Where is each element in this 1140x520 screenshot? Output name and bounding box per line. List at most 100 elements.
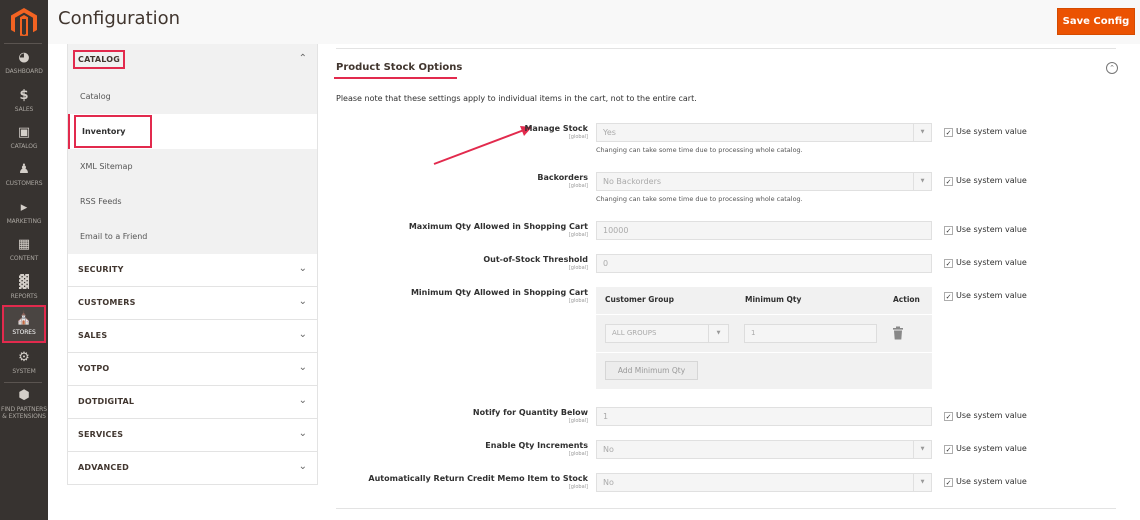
use-system-value-checkbox[interactable]: ✓ Use system value <box>944 444 1027 454</box>
config-tab-list: SECURITY ⌄ CUSTOMERS ⌄ SALES ⌄ YOTPO ⌄ D… <box>67 254 318 485</box>
annotation-arrow-icon <box>433 126 532 165</box>
use-system-value-checkbox[interactable]: ✓ Use system value <box>944 411 1027 421</box>
config-item-xml-sitemap[interactable]: XML Sitemap <box>68 149 317 184</box>
add-minimum-qty-button[interactable]: Add Minimum Qty <box>605 361 698 380</box>
config-tab-advanced[interactable]: ADVANCED ⌄ <box>68 452 317 485</box>
field-hint: Changing can take some time due to proce… <box>596 195 803 203</box>
manage-stock-select[interactable]: Yes ▼ <box>596 123 932 142</box>
customer-group-select[interactable]: ALL GROUPS ▼ <box>605 324 729 343</box>
page-header: Configuration Save Config <box>48 0 1140 44</box>
field-label: Notify for Quantity Below [global] <box>472 408 588 424</box>
box-icon: ▣ <box>17 125 31 140</box>
nav-item-stores[interactable]: ⛪ Stores <box>2 305 46 343</box>
dropdown-arrow-icon: ▼ <box>913 124 931 141</box>
config-tab-title: DOTDIGITAL <box>78 397 135 406</box>
max-qty-input[interactable]: 10000 <box>596 221 932 240</box>
dropdown-arrow-icon: ▼ <box>913 441 931 458</box>
config-tab-title: CATALOG <box>72 50 126 69</box>
admin-nav: ◕ Dashboard $ Sales ▣ Catalog ♟ Customer… <box>0 0 48 520</box>
nav-divider <box>4 382 42 383</box>
field-hint: Changing can take some time due to proce… <box>596 146 803 154</box>
chevron-down-icon: ⌄ <box>298 329 307 340</box>
megaphone-icon: ▸ <box>20 200 28 215</box>
notify-qty-below-input[interactable]: 1 <box>596 407 932 426</box>
checkbox-checked-icon: ✓ <box>944 177 953 186</box>
checkbox-checked-icon: ✓ <box>944 292 953 301</box>
config-item-email-to-a-friend[interactable]: Email to a Friend <box>68 219 317 254</box>
divider <box>596 314 932 315</box>
use-system-value-checkbox[interactable]: ✓ Use system value <box>944 258 1027 268</box>
config-tab-catalog[interactable]: CATALOG ⌃ <box>68 44 317 79</box>
config-tab-title: YOTPO <box>78 364 110 373</box>
divider <box>596 352 932 353</box>
backorders-select[interactable]: No Backorders ▼ <box>596 172 932 191</box>
use-system-value-checkbox[interactable]: ✓ Use system value <box>944 291 1027 301</box>
nav-item-marketing[interactable]: ▸ Marketing <box>0 200 48 225</box>
trash-icon[interactable] <box>892 326 904 340</box>
enable-qty-increments-select[interactable]: No ▼ <box>596 440 932 459</box>
minimum-qty-input[interactable]: 1 <box>744 324 877 343</box>
nav-item-sales[interactable]: $ Sales <box>0 88 48 113</box>
page-title: Configuration <box>58 8 181 29</box>
config-tab-title: CUSTOMERS <box>78 298 136 307</box>
use-system-value-checkbox[interactable]: ✓ Use system value <box>944 477 1027 487</box>
chevron-down-icon: ⌄ <box>298 395 307 406</box>
save-config-button[interactable]: Save Config <box>1057 8 1135 35</box>
field-label: Backorders [global] <box>537 173 588 189</box>
config-item-rss-feeds[interactable]: RSS Feeds <box>68 184 317 219</box>
config-tab-group-catalog: CATALOG ⌃ Catalog Inventory XML Sitemap … <box>67 44 318 254</box>
auto-return-credit-memo-select[interactable]: No ▼ <box>596 473 932 492</box>
checkbox-checked-icon: ✓ <box>944 259 953 268</box>
divider <box>336 508 1116 509</box>
config-tab-sales[interactable]: SALES ⌄ <box>68 320 317 353</box>
nav-item-content[interactable]: ▦ Content <box>0 237 48 262</box>
use-system-value-checkbox[interactable]: ✓ Use system value <box>944 176 1027 186</box>
config-tab-title: SALES <box>78 331 108 340</box>
config-item-label: Inventory <box>82 127 126 136</box>
field-label: Minimum Qty Allowed in Shopping Cart [gl… <box>410 288 588 304</box>
nav-item-reports[interactable]: ▓ Reports <box>0 275 48 300</box>
gear-icon: ⚙ <box>18 350 30 365</box>
field-label: Maximum Qty Allowed in Shopping Cart [gl… <box>408 222 588 238</box>
chevron-up-icon: ⌃ <box>298 53 307 64</box>
field-label: Manage Stock [global] <box>524 124 588 140</box>
config-tab-customers[interactable]: CUSTOMERS ⌄ <box>68 287 317 320</box>
storefront-icon: ⛪ <box>15 311 33 326</box>
config-tab-yotpo[interactable]: YOTPO ⌄ <box>68 353 317 386</box>
chevron-down-icon: ⌄ <box>298 461 307 472</box>
section-note: Please note that these settings apply to… <box>336 94 697 103</box>
section-title[interactable]: Product Stock Options <box>336 62 462 73</box>
layout-icon: ▦ <box>17 237 31 252</box>
checkbox-checked-icon: ✓ <box>944 226 953 235</box>
field-label: Out-of-Stock Threshold [global] <box>483 255 588 271</box>
config-tab-services[interactable]: SERVICES ⌄ <box>68 419 317 452</box>
use-system-value-checkbox[interactable]: ✓ Use system value <box>944 225 1027 235</box>
chevron-down-icon: ⌄ <box>298 296 307 307</box>
column-header: Action <box>893 295 920 304</box>
config-tab-security[interactable]: SECURITY ⌄ <box>68 254 317 287</box>
cube-icon: ⬢ <box>18 388 30 403</box>
config-sub-list: Catalog Inventory XML Sitemap RSS Feeds … <box>68 79 317 254</box>
collapse-icon[interactable]: ⌃ <box>1106 62 1118 74</box>
config-tab-dotdigital[interactable]: DOTDIGITAL ⌄ <box>68 386 317 419</box>
nav-item-customers[interactable]: ♟ Customers <box>0 162 48 187</box>
checkbox-checked-icon: ✓ <box>944 412 953 421</box>
dropdown-arrow-icon: ▼ <box>913 474 931 491</box>
config-item-inventory[interactable]: Inventory <box>68 114 317 149</box>
divider <box>336 48 1116 49</box>
nav-item-system[interactable]: ⚙ System <box>0 350 48 375</box>
config-tab-title: ADVANCED <box>78 463 129 472</box>
nav-item-catalog[interactable]: ▣ Catalog <box>0 125 48 150</box>
field-label: Enable Qty Increments [global] <box>485 441 588 457</box>
config-tab-title: SECURITY <box>78 265 124 274</box>
dropdown-arrow-icon: ▼ <box>913 173 931 190</box>
use-system-value-checkbox[interactable]: ✓ Use system value <box>944 127 1027 137</box>
bar-chart-icon: ▓ <box>19 275 29 290</box>
magento-logo-icon[interactable] <box>11 8 37 36</box>
chevron-down-icon: ⌄ <box>298 428 307 439</box>
out-of-stock-threshold-input[interactable]: 0 <box>596 254 932 273</box>
config-item-catalog[interactable]: Catalog <box>68 79 317 114</box>
nav-item-find-partners[interactable]: ⬢ Find Partners & Extensions <box>0 388 48 420</box>
config-tabs: CATALOG ⌃ Catalog Inventory XML Sitemap … <box>67 44 318 485</box>
nav-item-dashboard[interactable]: ◕ Dashboard <box>0 50 48 75</box>
